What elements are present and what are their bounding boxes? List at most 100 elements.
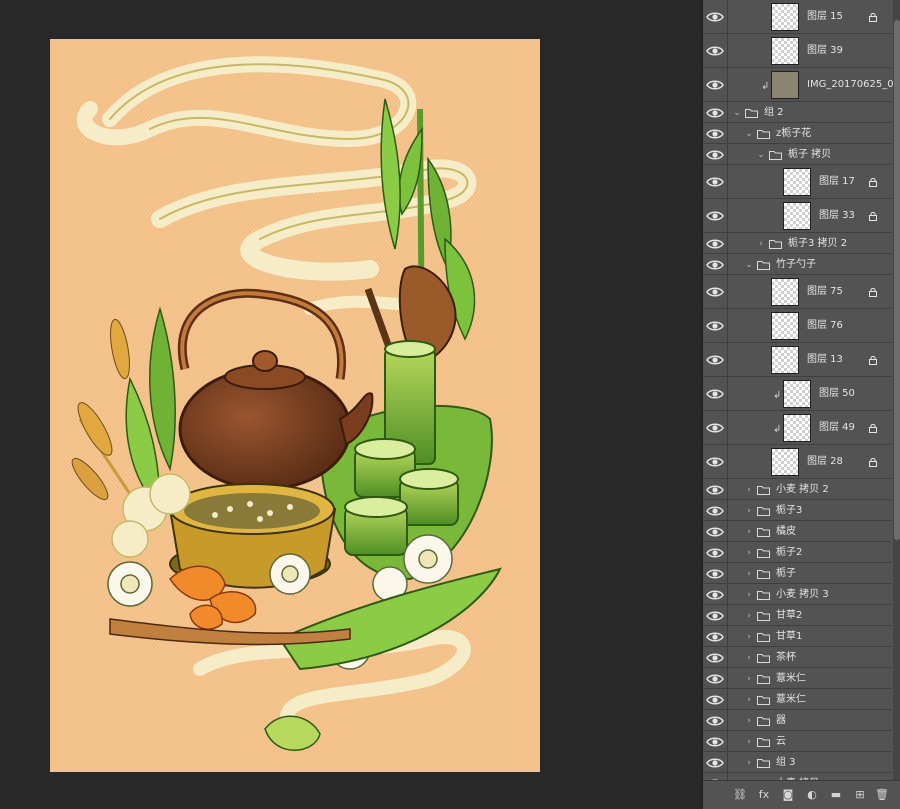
layer-thumbnail[interactable] <box>783 202 811 230</box>
layer-row[interactable]: › 小麦 拷贝 2 <box>703 479 891 500</box>
layer-row[interactable]: 图层 17 <box>703 165 891 199</box>
chevron-right-icon[interactable]: › <box>745 695 753 704</box>
visibility-eye-icon[interactable] <box>706 421 724 435</box>
layer-name[interactable]: 甘草2 <box>776 609 802 623</box>
visibility-eye-icon[interactable] <box>706 285 724 299</box>
new-group-icon[interactable]: ▬ <box>829 788 843 802</box>
chevron-right-icon[interactable]: › <box>745 716 753 725</box>
chevron-down-icon[interactable]: ⌄ <box>757 150 765 159</box>
layer-name[interactable]: 栀子 拷贝 <box>788 148 831 162</box>
layer-row[interactable]: ⌄ 栀子 拷贝 <box>703 144 891 165</box>
layer-thumbnail[interactable] <box>771 3 799 31</box>
layer-name[interactable]: 图层 75 <box>807 285 843 299</box>
chevron-down-icon[interactable]: ⌄ <box>745 260 753 269</box>
layer-thumbnail[interactable] <box>783 380 811 408</box>
layers-scrollbar[interactable] <box>893 0 900 780</box>
visibility-eye-icon[interactable] <box>706 209 724 223</box>
layer-name[interactable]: 小麦 拷贝 3 <box>776 588 829 602</box>
layer-name[interactable]: 组 3 <box>776 756 796 770</box>
layer-row[interactable]: › 栀子3 <box>703 500 891 521</box>
layer-row[interactable]: 图层 75 <box>703 275 891 309</box>
layer-row[interactable]: ↲ 图层 49 <box>703 411 891 445</box>
visibility-eye-icon[interactable] <box>706 756 724 770</box>
chevron-right-icon[interactable]: › <box>745 632 753 641</box>
layer-name[interactable]: 图层 28 <box>807 455 843 469</box>
fx-icon[interactable]: fx <box>757 788 771 802</box>
layer-row[interactable]: › 甘草2 <box>703 605 891 626</box>
visibility-eye-icon[interactable] <box>706 44 724 58</box>
visibility-eye-icon[interactable] <box>706 455 724 469</box>
visibility-eye-icon[interactable] <box>706 175 724 189</box>
layer-row[interactable]: › 薏米仁 <box>703 689 891 710</box>
new-layer-icon[interactable]: ⊞ <box>853 788 867 802</box>
layer-thumbnail[interactable] <box>771 278 799 306</box>
visibility-eye-icon[interactable] <box>706 483 724 497</box>
chevron-right-icon[interactable]: › <box>745 653 753 662</box>
layer-name[interactable]: 栀子 <box>776 567 796 581</box>
chevron-down-icon[interactable]: ⌄ <box>733 108 741 117</box>
layer-name[interactable]: 甘草1 <box>776 630 802 644</box>
layer-name[interactable]: 栀子3 <box>776 504 802 518</box>
layer-row[interactable]: › 栀子 <box>703 563 891 584</box>
layer-name[interactable]: z栀子花 <box>776 127 811 141</box>
layer-row[interactable]: › 茶杯 <box>703 647 891 668</box>
chevron-right-icon[interactable]: › <box>757 239 765 248</box>
layer-name[interactable]: 薏米仁 <box>776 693 806 707</box>
layer-row[interactable]: 图层 33 <box>703 199 891 233</box>
layer-name[interactable]: 图层 39 <box>807 44 843 58</box>
visibility-eye-icon[interactable] <box>706 504 724 518</box>
layer-name[interactable]: 器 <box>776 714 786 728</box>
layer-row[interactable]: › 器 <box>703 710 891 731</box>
chevron-right-icon[interactable]: › <box>745 590 753 599</box>
layer-name[interactable]: 图层 33 <box>819 209 855 223</box>
layer-row[interactable]: ⌄ 竹子勺子 <box>703 254 891 275</box>
visibility-eye-icon[interactable] <box>706 693 724 707</box>
chevron-right-icon[interactable]: › <box>745 569 753 578</box>
layer-name[interactable]: 薏米仁 <box>776 672 806 686</box>
layer-row[interactable]: ↲ 图层 50 <box>703 377 891 411</box>
visibility-eye-icon[interactable] <box>706 127 724 141</box>
layer-row[interactable]: 图层 39 <box>703 34 891 68</box>
visibility-eye-icon[interactable] <box>706 588 724 602</box>
visibility-eye-icon[interactable] <box>706 258 724 272</box>
layer-row[interactable]: › 云 <box>703 731 891 752</box>
visibility-eye-icon[interactable] <box>706 546 724 560</box>
layer-row[interactable]: › 甘草1 <box>703 626 891 647</box>
layers-scroll-thumb[interactable] <box>894 20 900 540</box>
layer-thumbnail[interactable] <box>771 37 799 65</box>
layer-name[interactable]: 栀子3 拷贝 2 <box>788 237 847 251</box>
artwork-document[interactable] <box>50 39 540 772</box>
visibility-eye-icon[interactable] <box>706 630 724 644</box>
link-layers-icon[interactable]: ⛓ <box>733 788 747 802</box>
chevron-right-icon[interactable]: › <box>745 485 753 494</box>
visibility-eye-icon[interactable] <box>706 387 724 401</box>
visibility-eye-icon[interactable] <box>706 672 724 686</box>
layer-name[interactable]: 图层 17 <box>819 175 855 189</box>
visibility-eye-icon[interactable] <box>706 525 724 539</box>
layer-name[interactable]: 茶杯 <box>776 651 796 665</box>
layer-name[interactable]: 组 2 <box>764 106 784 120</box>
layer-thumbnail[interactable] <box>771 448 799 476</box>
layer-row[interactable]: › 小麦 拷贝 3 <box>703 584 891 605</box>
layer-thumbnail[interactable] <box>783 168 811 196</box>
layer-row[interactable]: 图层 13 <box>703 343 891 377</box>
layer-row[interactable]: 图层 28 <box>703 445 891 479</box>
chevron-right-icon[interactable]: › <box>745 527 753 536</box>
layer-name[interactable]: 图层 15 <box>807 10 843 24</box>
visibility-eye-icon[interactable] <box>706 106 724 120</box>
chevron-right-icon[interactable]: › <box>745 674 753 683</box>
chevron-down-icon[interactable]: ⌄ <box>745 129 753 138</box>
layer-thumbnail[interactable] <box>771 71 799 99</box>
chevron-right-icon[interactable]: › <box>745 737 753 746</box>
layer-name[interactable]: 橘皮 <box>776 525 796 539</box>
layer-name[interactable]: 云 <box>776 735 786 749</box>
canvas-area[interactable] <box>0 0 702 808</box>
layer-name[interactable]: 栀子2 <box>776 546 802 560</box>
visibility-eye-icon[interactable] <box>706 651 724 665</box>
visibility-eye-icon[interactable] <box>706 609 724 623</box>
layer-row[interactable]: › 橘皮 <box>703 521 891 542</box>
layer-row[interactable]: ⌄ z栀子花 <box>703 123 891 144</box>
layer-row[interactable]: › 组 3 <box>703 752 891 773</box>
layer-thumbnail[interactable] <box>771 312 799 340</box>
chevron-right-icon[interactable]: › <box>745 506 753 515</box>
